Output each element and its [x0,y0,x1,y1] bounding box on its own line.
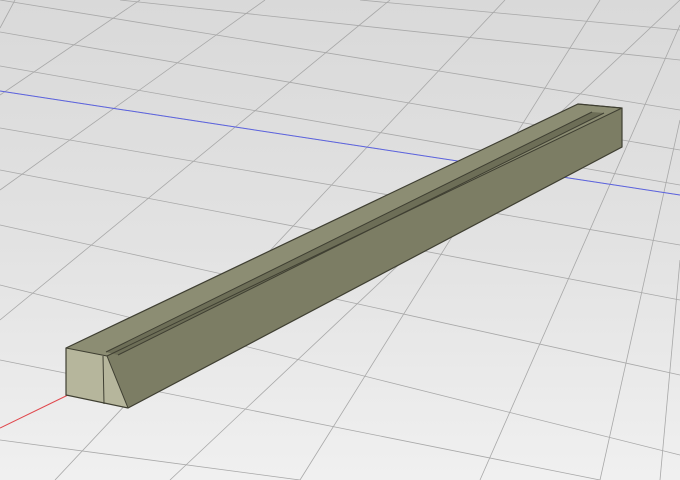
bar-top-front-edge [106,107,623,357]
bar-model[interactable] [65,103,623,409]
x-axis-line [0,394,69,429]
bar-groove-edge-left [105,111,593,353]
scene-canvas[interactable] [0,0,680,480]
grid-line [0,0,141,96]
bar-front-face [107,108,622,408]
grid-line [0,439,301,480]
grid-line [659,259,680,480]
bar-groove [106,112,604,355]
3d-viewport[interactable] [0,0,680,480]
grid-line [119,0,680,61]
grid-line [479,24,680,480]
grid-line [0,0,680,111]
grid-line [599,119,680,480]
grid-line [0,0,16,29]
grid-line [359,0,680,31]
grid-line [0,0,266,191]
